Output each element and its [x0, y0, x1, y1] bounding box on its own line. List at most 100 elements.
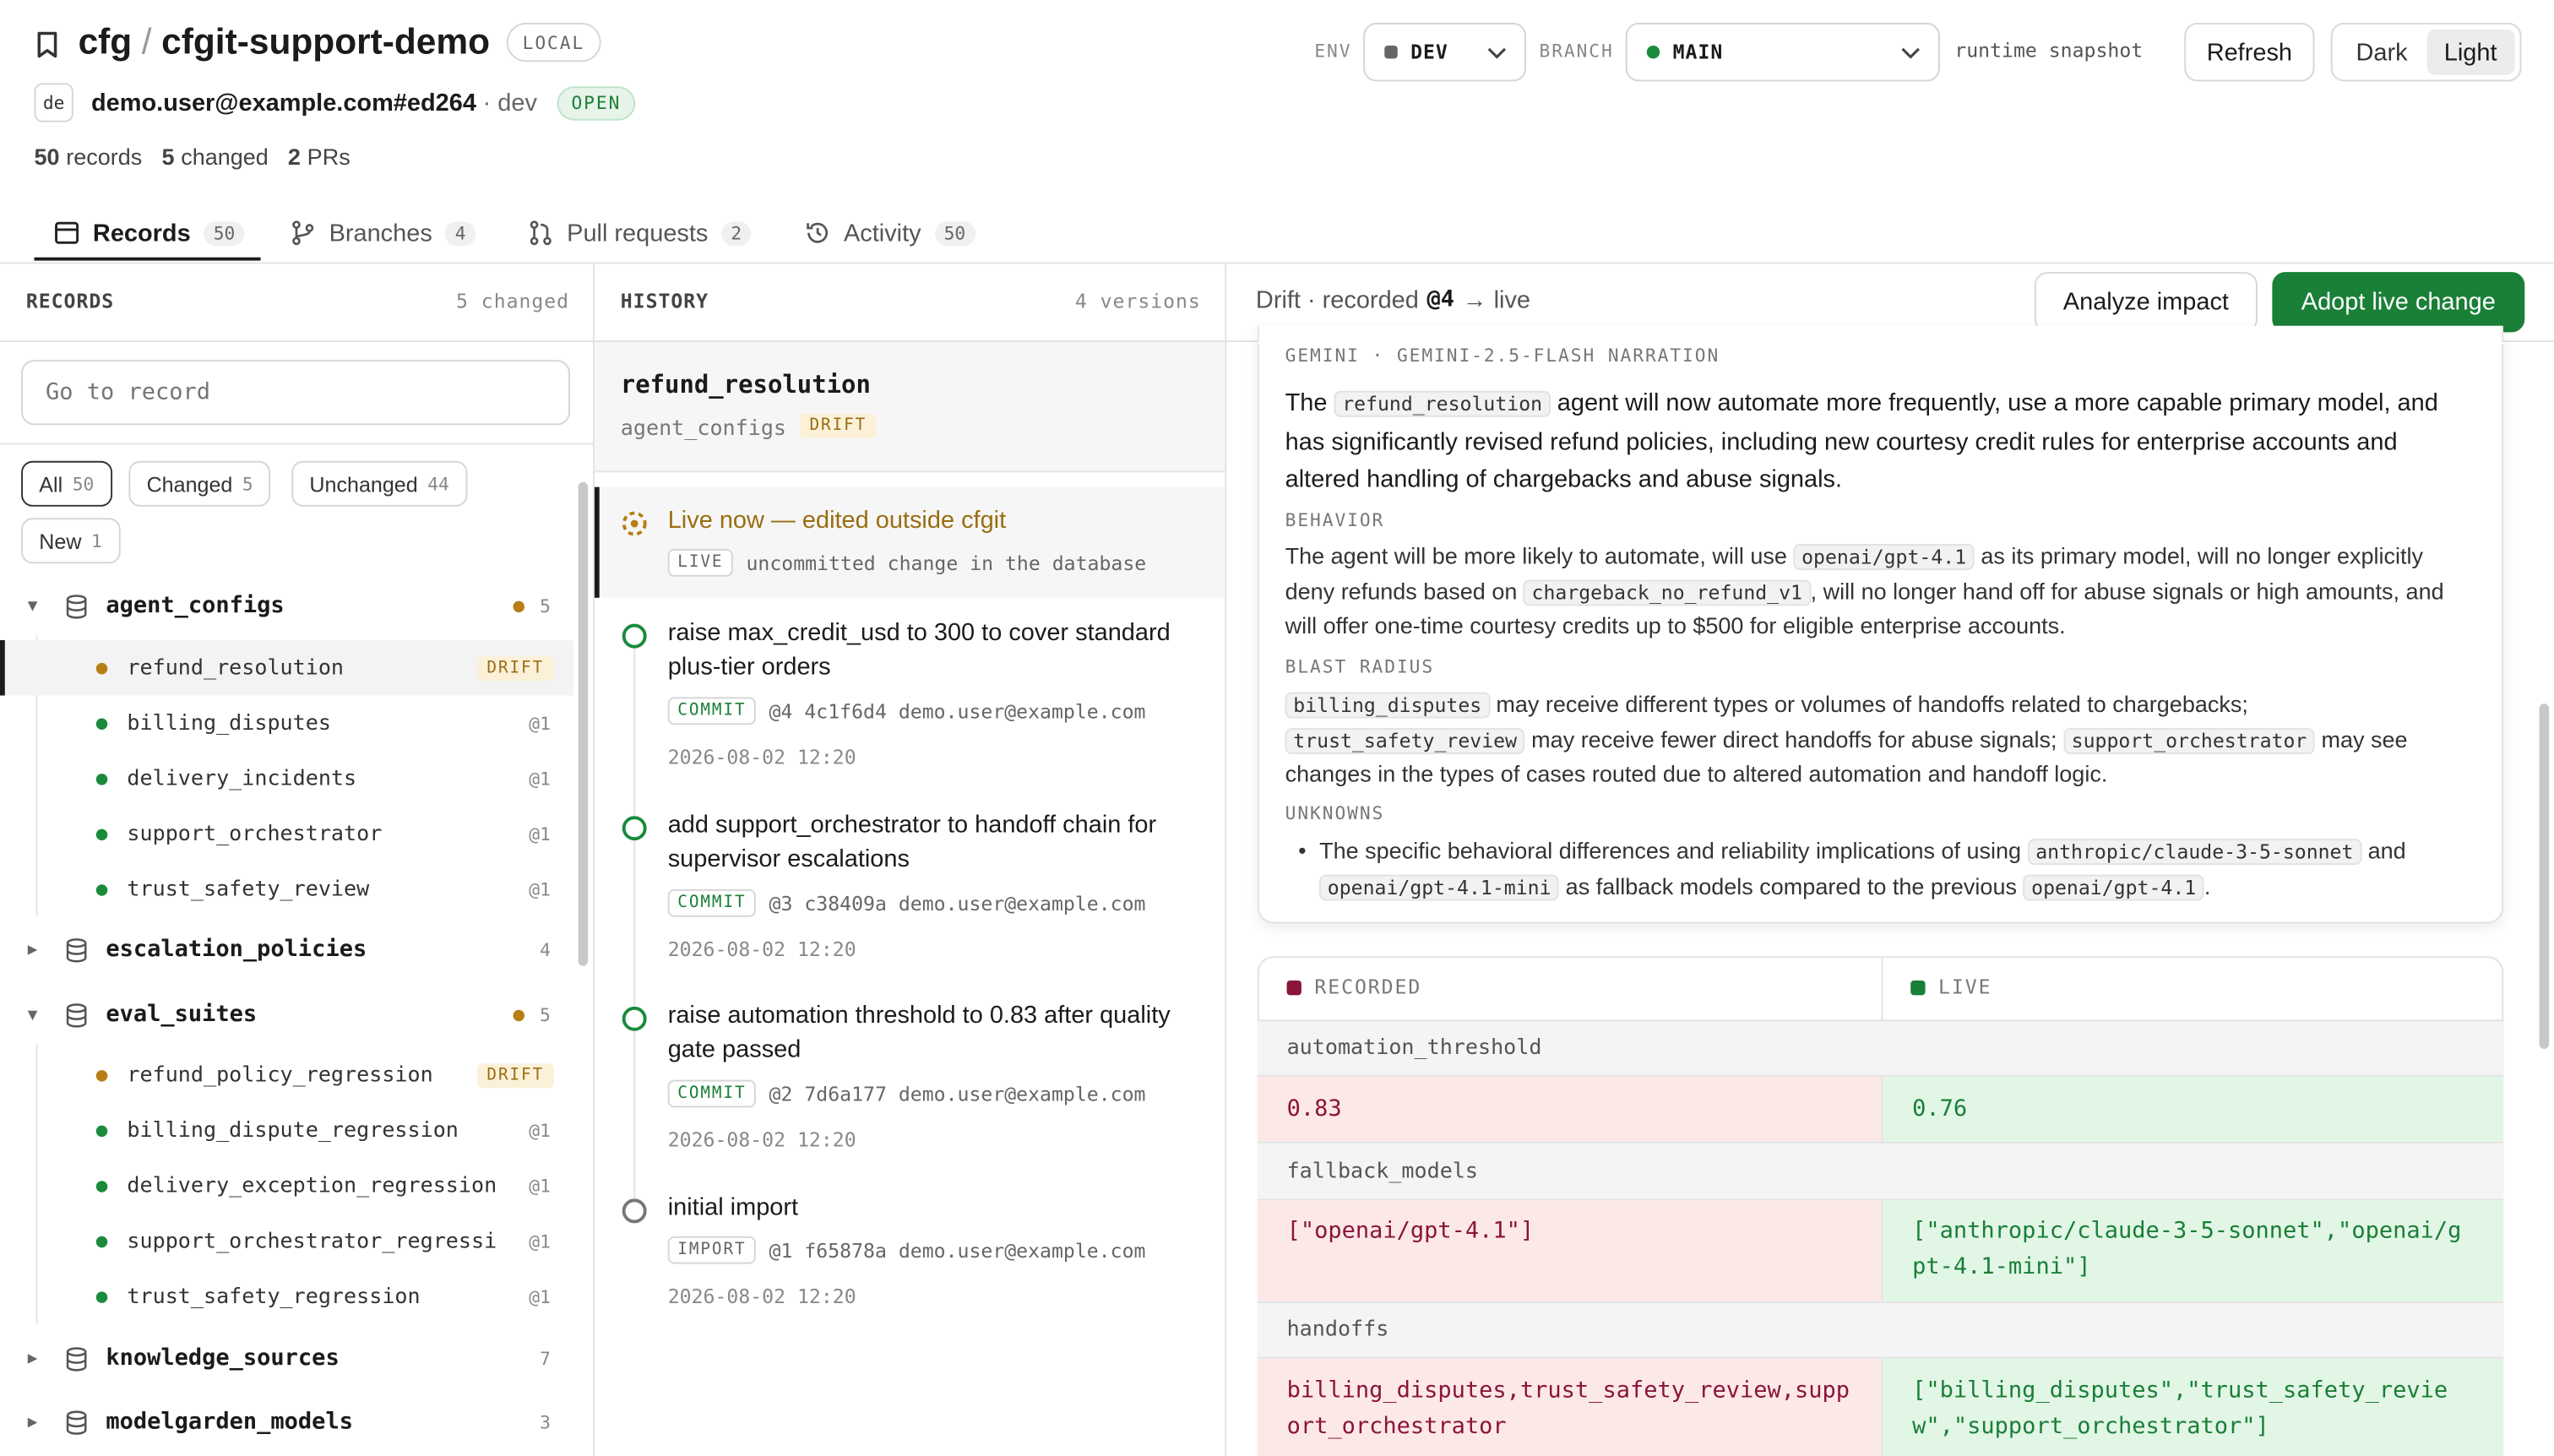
theme-light-button[interactable]: Light: [2426, 29, 2515, 75]
blast-radius-label: BLAST RADIUS: [1285, 656, 1435, 678]
expand-icon: ▶: [27, 1349, 38, 1368]
group-count: 7: [540, 1347, 551, 1369]
commit-date: 2026-08-02 12:20: [667, 1285, 856, 1308]
records-title: RECORDS: [25, 290, 115, 313]
prs-label: PRs: [307, 143, 350, 170]
item-name: support_orchestrator_regressi: [127, 1229, 497, 1254]
item-version: @1: [529, 823, 551, 845]
drift-scrollbar[interactable]: [2539, 704, 2550, 1049]
tab-pull-requests[interactable]: Pull requests 2: [528, 205, 752, 261]
tree-item[interactable]: trust_safety_regression @1: [0, 1269, 573, 1324]
user-env: · dev: [482, 90, 537, 117]
records-scrollbar[interactable]: [578, 481, 589, 966]
record-search-input[interactable]: [21, 360, 570, 426]
analyze-impact-button[interactable]: Analyze impact: [2034, 272, 2258, 333]
diff-field-label: automation_threshold: [1257, 1019, 2504, 1077]
tree-item[interactable]: delivery_exception_regression @1: [0, 1158, 573, 1214]
user-line: demo.user@example.com#ed264 · dev OPEN: [91, 86, 636, 121]
code-token: chargeback_no_refund_v1: [1523, 579, 1811, 606]
diff-field-label: handoffs: [1257, 1301, 2504, 1359]
chevron-down-icon: [1487, 47, 1507, 59]
tree-group-knowledge-sources[interactable]: ▶ knowledge_sources 7: [0, 1329, 573, 1388]
item-name: trust_safety_review: [127, 877, 370, 902]
history-commit[interactable]: initial import IMPORT @1 f65878a demo.use…: [595, 1191, 1225, 1321]
tree-item[interactable]: billing_dispute_regression @1: [0, 1103, 573, 1159]
tree-group-escalation-policies[interactable]: ▶ escalation_policies 4: [0, 921, 573, 979]
commit-date: 2026-08-02 12:20: [667, 746, 856, 769]
history-commit[interactable]: raise max_credit_usd to 300 to cover sta…: [595, 616, 1225, 795]
tree-item[interactable]: refund_policy_regression DRIFT: [0, 1047, 573, 1103]
commit-version: @1: [769, 1238, 793, 1262]
commit-author: demo.user@example.com: [898, 891, 1146, 915]
tree-item[interactable]: refund_resolution DRIFT: [0, 639, 573, 696]
chevron-down-icon: [1901, 47, 1920, 59]
commit-date: 2026-08-02 12:20: [667, 937, 856, 961]
status-dot: [95, 773, 108, 785]
tree-group-eval-suites[interactable]: ▼ eval_suites 5: [0, 986, 573, 1044]
history-title: HISTORY: [620, 290, 709, 313]
changed-count: 5: [161, 143, 175, 170]
filter-changed[interactable]: Changed 5: [128, 460, 271, 507]
text: .: [2204, 872, 2211, 899]
refresh-button[interactable]: Refresh: [2184, 22, 2315, 82]
diff-recorded-header: RECORDED: [1286, 975, 1422, 998]
commit-title: initial import: [667, 1193, 799, 1222]
divider: [0, 443, 593, 445]
diff-live-header: LIVE: [1910, 975, 1992, 998]
tab-activity[interactable]: Activity 50: [805, 205, 975, 261]
history-commit[interactable]: raise automation threshold to 0.83 after…: [595, 998, 1225, 1177]
filter-all[interactable]: All 50: [21, 460, 112, 507]
branch-label: BRANCH: [1539, 41, 1614, 62]
repo-owner[interactable]: cfg: [79, 21, 133, 63]
theme-toggle: Dark Light: [2330, 22, 2522, 82]
item-name: delivery_incidents: [127, 766, 357, 791]
group-count: 5: [540, 595, 551, 617]
live-meta: LIVE uncommitted change in the database: [667, 548, 1147, 577]
branch-select[interactable]: MAIN: [1625, 22, 1940, 82]
env-value: DEV: [1410, 41, 1448, 64]
tab-label: Branches: [329, 219, 432, 247]
item-name: refund_policy_regression: [127, 1062, 433, 1088]
repo-name[interactable]: cfgit-support-demo: [161, 21, 490, 63]
item-name: delivery_exception_regression: [127, 1173, 497, 1198]
tree-item[interactable]: support_orchestrator @1: [0, 807, 573, 862]
history-commit[interactable]: add support_orchestrator to handoff chai…: [595, 808, 1225, 987]
env-select[interactable]: DEV: [1363, 22, 1527, 82]
tree-group-modelgarden-models[interactable]: ▶ modelgarden_models 3: [0, 1393, 573, 1451]
theme-dark-button[interactable]: Dark: [2337, 30, 2426, 75]
item-version: @1: [529, 1119, 551, 1141]
expand-icon: ▼: [27, 596, 38, 616]
bookmark-icon[interactable]: [35, 31, 58, 59]
tree-item[interactable]: delivery_incidents @1: [0, 751, 573, 807]
code-token: openai/gpt-4.1: [1793, 544, 1975, 570]
live-desc: uncommitted change in the database: [746, 551, 1147, 574]
history-live-row[interactable]: [594, 486, 1225, 598]
branch-dot: [1646, 45, 1660, 59]
commit-icon: [622, 816, 647, 841]
expand-icon: ▶: [27, 940, 38, 959]
filter-new[interactable]: New 1: [21, 518, 121, 564]
drift-badge: DRIFT: [799, 413, 877, 438]
commit-icon: [622, 623, 647, 649]
tree-group-agent-configs[interactable]: ▼ agent_configs 5: [0, 577, 573, 635]
filter-unchanged[interactable]: Unchanged 44: [291, 460, 468, 507]
commit-hash: 7d6a177: [804, 1082, 887, 1106]
repo-title: cfg / cfgit-support-demo LOCAL: [79, 21, 601, 63]
item-name: billing_dispute_regression: [127, 1117, 459, 1143]
database-icon: [66, 595, 87, 619]
env-dot: [1384, 45, 1398, 59]
diff-field-label: fallback_models: [1257, 1141, 2504, 1201]
status-dot: [95, 1290, 108, 1302]
repo-stats: 50 records 5 changed 2 PRs: [34, 144, 350, 170]
commit-badge: IMPORT: [667, 1236, 757, 1264]
adopt-live-change-button[interactable]: Adopt live change: [2272, 272, 2525, 333]
tab-records[interactable]: Records 50: [54, 205, 245, 261]
group-count: 4: [540, 938, 551, 960]
tab-branches[interactable]: Branches 4: [290, 205, 476, 261]
commit-badge: COMMIT: [667, 697, 757, 725]
group-name: knowledge_sources: [106, 1345, 340, 1372]
tree-item[interactable]: support_orchestrator_regressi @1: [0, 1214, 573, 1269]
tree-item[interactable]: billing_disputes @1: [0, 695, 573, 751]
tree-item[interactable]: trust_safety_review @1: [0, 861, 573, 917]
code-token: refund_resolution: [1334, 390, 1551, 417]
